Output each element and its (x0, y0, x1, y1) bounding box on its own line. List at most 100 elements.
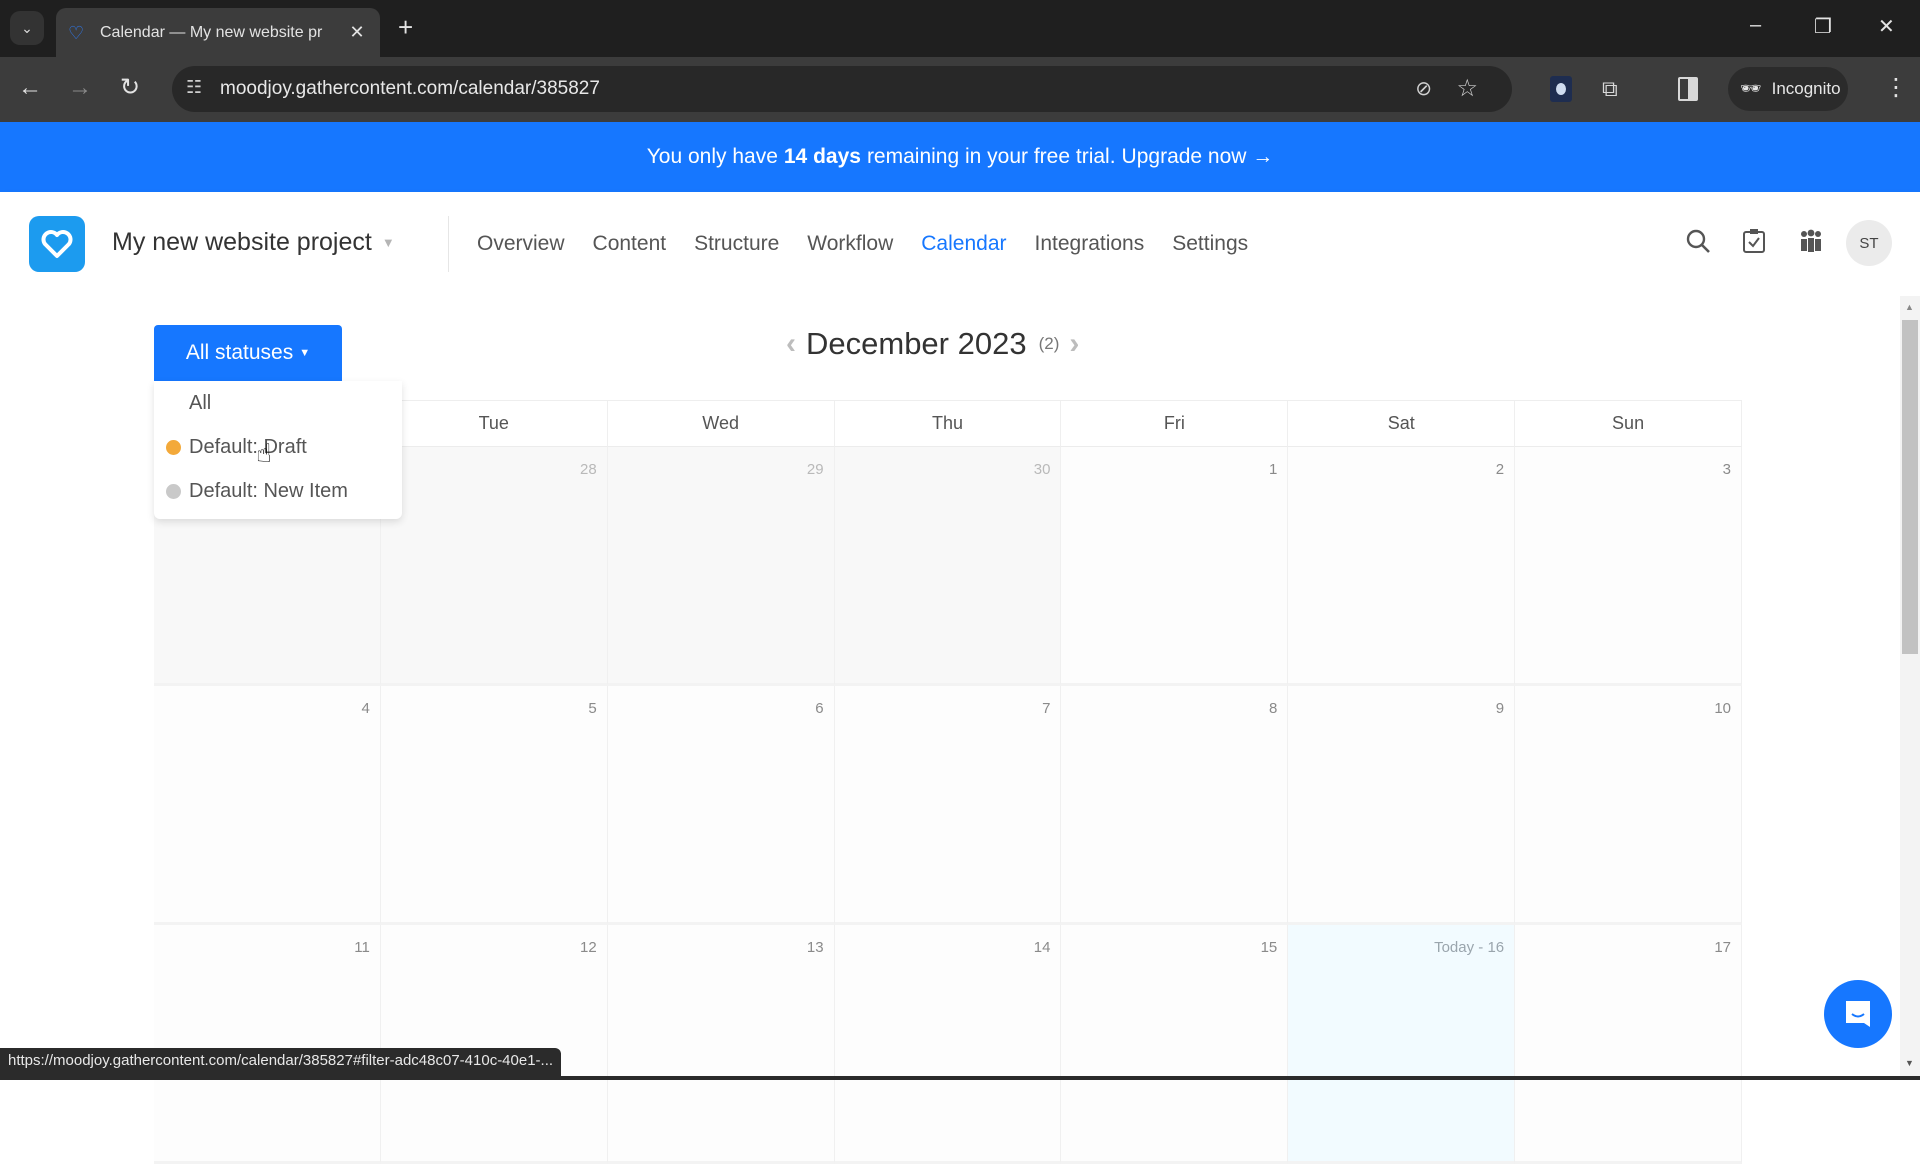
url-text[interactable]: moodjoy.gathercontent.com/calendar/38582… (220, 78, 600, 100)
eye-off-icon[interactable]: ⊘ (1415, 76, 1432, 101)
search-icon[interactable] (1685, 228, 1711, 261)
calendar-day[interactable]: 12 (380, 925, 608, 1164)
minimize-icon[interactable]: – (1750, 14, 1761, 37)
filter-option-label: Default: Draft (189, 435, 307, 458)
weekday-thu: Thu (834, 401, 1062, 447)
calendar-day[interactable]: 9 (1288, 686, 1516, 925)
calendar-day[interactable]: 2 (1288, 447, 1516, 686)
gathercontent-logo[interactable] (29, 216, 85, 272)
calendar-day[interactable]: 14 (834, 925, 1062, 1164)
weekday-sun: Sun (1515, 401, 1742, 447)
upgrade-now-link[interactable]: Upgrade now → (1122, 145, 1274, 169)
address-bar[interactable]: ☷ moodjoy.gathercontent.com/calendar/385… (172, 66, 1512, 112)
incognito-label: Incognito (1771, 79, 1841, 98)
calendar-day[interactable]: 30 (834, 447, 1062, 686)
weekday-wed: Wed (607, 401, 835, 447)
status-filter-dropdown: All Default: Draft Default: New Item (154, 381, 402, 519)
calendar-day[interactable]: 13 (607, 925, 835, 1164)
calendar-page: All statuses ▼ ‹ December 2023 (2) › Mon… (0, 296, 1900, 1164)
nav-structure[interactable]: Structure (694, 232, 779, 256)
nav-workflow[interactable]: Workflow (807, 232, 893, 256)
banner-suffix: remaining in your free trial. (866, 145, 1116, 168)
page-scrollbar[interactable]: ▲ ▼ (1900, 296, 1920, 1080)
calendar-day[interactable]: 29 (607, 447, 835, 686)
tasks-clipboard-icon[interactable] (1742, 228, 1766, 261)
close-tab-icon[interactable]: ✕ (346, 22, 368, 43)
calendar-day[interactable]: 11 (154, 925, 381, 1164)
calendar-day[interactable]: 5 (380, 686, 608, 925)
day-number: 15 (1260, 939, 1278, 956)
status-dot (166, 483, 181, 499)
extension-icon[interactable] (1550, 76, 1572, 102)
next-month-icon[interactable]: › (1069, 327, 1079, 361)
site-settings-icon[interactable]: ☷ (186, 77, 202, 98)
calendar-day[interactable]: 7 (834, 686, 1062, 925)
calendar-day[interactable]: 17 (1515, 925, 1742, 1164)
nav-integrations[interactable]: Integrations (1035, 232, 1145, 256)
nav-settings[interactable]: Settings (1172, 232, 1248, 256)
user-avatar[interactable]: ST (1846, 220, 1892, 266)
side-panel-icon[interactable] (1678, 77, 1698, 101)
hand-cursor-icon: ☝ (256, 438, 272, 468)
calendar-day-today[interactable]: Today - 16 (1288, 925, 1516, 1164)
calendar-day[interactable]: 6 (607, 686, 835, 925)
link-preview-status: https://moodjoy.gathercontent.com/calend… (0, 1048, 562, 1076)
main-nav: Overview Content Structure Workflow Cale… (477, 232, 1248, 256)
forward-icon[interactable]: → (68, 73, 92, 103)
calendar-day[interactable]: 28 (380, 447, 608, 686)
new-tab-button[interactable]: + (398, 14, 413, 40)
nav-content[interactable]: Content (593, 232, 667, 256)
back-icon[interactable]: ← (18, 73, 42, 103)
calendar-day[interactable]: 15 (1061, 925, 1289, 1164)
calendar-day[interactable]: 3 (1515, 447, 1742, 686)
filter-option-draft[interactable]: Default: Draft (154, 427, 402, 467)
reload-icon[interactable]: ↻ (120, 73, 140, 103)
caret-down-icon: ▼ (381, 235, 395, 250)
chat-launcher-button[interactable] (1824, 980, 1892, 1048)
day-number: 8 (1268, 700, 1278, 717)
extensions-puzzle-icon[interactable]: ⧉ (1602, 76, 1624, 102)
restore-icon[interactable]: ❐ (1814, 14, 1832, 39)
calendar-day[interactable]: 8 (1061, 686, 1289, 925)
day-number: 11 (354, 939, 370, 956)
incognito-indicator[interactable]: 🕶 Incognito (1728, 67, 1848, 111)
filter-option-label: All (189, 391, 212, 414)
banner-days-remaining: 14 days (783, 145, 861, 168)
scrollbar-thumb[interactable] (1902, 320, 1918, 654)
browser-menu-icon[interactable]: ⋮ (1884, 73, 1908, 102)
nav-calendar[interactable]: Calendar (921, 232, 1006, 256)
weekday-sat: Sat (1288, 401, 1516, 447)
tab-title: Calendar — My new website pr (100, 23, 323, 41)
incognito-icon: 🕶 (1740, 79, 1762, 98)
project-switcher[interactable]: My new website project ▼ (112, 228, 395, 257)
nav-overview[interactable]: Overview (477, 232, 565, 256)
day-number: 7 (1042, 700, 1051, 717)
calendar-week: 4 5 6 7 8 9 10 (154, 686, 1742, 925)
browser-tab[interactable]: ♡ Calendar — My new website pr ✕ (56, 8, 380, 57)
status-filter-button[interactable]: All statuses ▼ (154, 325, 342, 381)
day-number: 29 (806, 461, 824, 478)
close-window-icon[interactable]: ✕ (1878, 14, 1895, 39)
filter-option-all[interactable]: All (154, 383, 402, 423)
gathercontent-favicon-icon: ♡ (68, 22, 85, 43)
scroll-up-icon[interactable]: ▲ (1905, 302, 1914, 312)
weekday-fri: Fri (1061, 401, 1289, 447)
day-number: 9 (1495, 700, 1505, 717)
calendar-day[interactable]: 10 (1515, 686, 1742, 925)
filter-option-new-item[interactable]: Default: New Item (154, 471, 402, 511)
previous-month-icon[interactable]: ‹ (786, 327, 796, 361)
trial-banner[interactable]: You only have 14 days remaining in your … (0, 122, 1920, 192)
team-people-icon[interactable] (1798, 228, 1824, 261)
day-number: 4 (361, 700, 370, 717)
status-filter-label: All statuses (185, 341, 294, 364)
calendar-day[interactable]: 1 (1061, 447, 1289, 686)
bookmark-star-icon[interactable]: ☆ (1456, 74, 1478, 103)
project-name: My new website project (112, 228, 372, 256)
bottom-edge (0, 1076, 1920, 1080)
day-number: 1 (1268, 461, 1278, 478)
app-header: My new website project ▼ Overview Conten… (0, 192, 1920, 296)
scroll-down-icon[interactable]: ▼ (1905, 1058, 1914, 1068)
day-number: 12 (580, 939, 597, 956)
calendar-day[interactable]: 4 (154, 686, 381, 925)
tab-search-button[interactable]: ⌄ (10, 11, 44, 45)
